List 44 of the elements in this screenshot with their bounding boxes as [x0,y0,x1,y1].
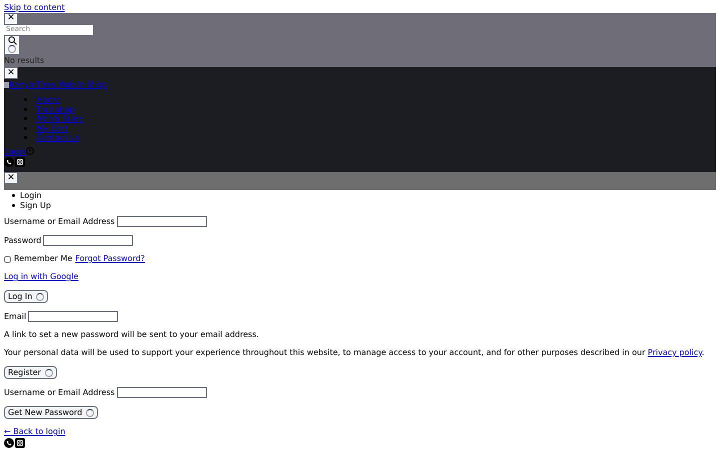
bullet-icon [24,126,27,130]
bullet-icon [12,204,15,207]
privacy-policy-link[interactable]: Privacy policy [648,348,702,357]
phone-icon[interactable] [4,438,14,448]
spinner-icon [44,368,53,376]
close-button[interactable]: ✕ [4,13,18,25]
email-field[interactable] [28,311,118,322]
instagram-icon[interactable] [15,156,25,166]
privacy-text: Your personal data will be used to support your experience throughout this website, to manage access to your account, and for other purposes described in our Privacy policy. [4,348,704,358]
close-button[interactable]: ✕ [4,67,18,79]
bullet-icon [24,136,27,140]
spinner-icon [36,292,44,300]
bullet-icon [24,108,27,111]
get-password-button[interactable]: Get New Password [4,406,98,419]
username-field[interactable] [116,216,207,227]
register-button[interactable]: Register [4,366,57,379]
spinner-icon [86,408,94,416]
google-login-link[interactable]: Log in with Google [4,272,78,282]
field-label: Password [4,236,42,246]
login-button[interactable]: Log In [4,290,48,303]
remember-checkbox[interactable] [4,256,11,262]
checkbox-label: Remember Me [14,254,72,264]
back-to-login-link[interactable]: ← Back to login [4,427,66,437]
account-tab[interactable]: Sign Up [20,200,51,210]
username-field[interactable] [116,387,207,398]
bullet-icon [12,194,15,198]
search-button[interactable] [4,34,20,55]
info-text: A link to set a new password will be sent to your email address. [4,330,259,340]
broken-image-icon [4,82,9,88]
account-tab[interactable]: Login [20,191,42,200]
phone-icon[interactable] [4,156,14,166]
no-results-text: No results [4,55,44,67]
close-button[interactable]: ✕ [4,172,18,184]
instagram-icon[interactable] [15,438,25,448]
field-label: Username or Email Address [4,216,115,226]
bullet-icon [24,98,27,102]
field-label: Email [4,312,26,322]
search-icon [8,36,16,46]
forgot-password-link[interactable]: Forgot Password? [75,254,145,264]
skip-link[interactable]: Skip to content [4,3,65,12]
bullet-icon [24,117,27,120]
user-icon [26,147,34,155]
password-field[interactable] [43,235,134,246]
field-label: Username or Email Address [4,388,115,398]
